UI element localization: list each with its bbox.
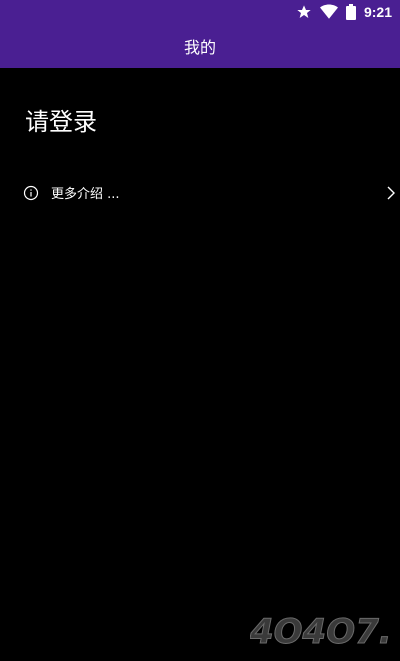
info-icon (23, 185, 39, 201)
menu-item-label: 更多介绍 ... (51, 187, 120, 202)
status-bar: 9:21 (0, 0, 400, 24)
status-time: 9:21 (363, 4, 392, 20)
watermark-text: 4O4O7.com (250, 612, 390, 652)
login-prompt[interactable]: 请登录 (25, 102, 97, 137)
status-icons: 9:21 (296, 3, 392, 21)
screen: 9:21 我的 请登录 更多介绍 ... 4O4O7.com (0, 0, 400, 661)
app-bar: 我的 (0, 24, 400, 68)
chevron-right-icon (387, 186, 395, 200)
star-icon (297, 5, 311, 18)
wifi-icon (319, 4, 338, 19)
battery-icon (345, 4, 356, 20)
menu-item-more-info[interactable]: 更多介绍 ... (0, 178, 400, 208)
app-bar-title: 我的 (183, 38, 216, 57)
watermark-logo: 4O4O7.com (250, 612, 390, 653)
